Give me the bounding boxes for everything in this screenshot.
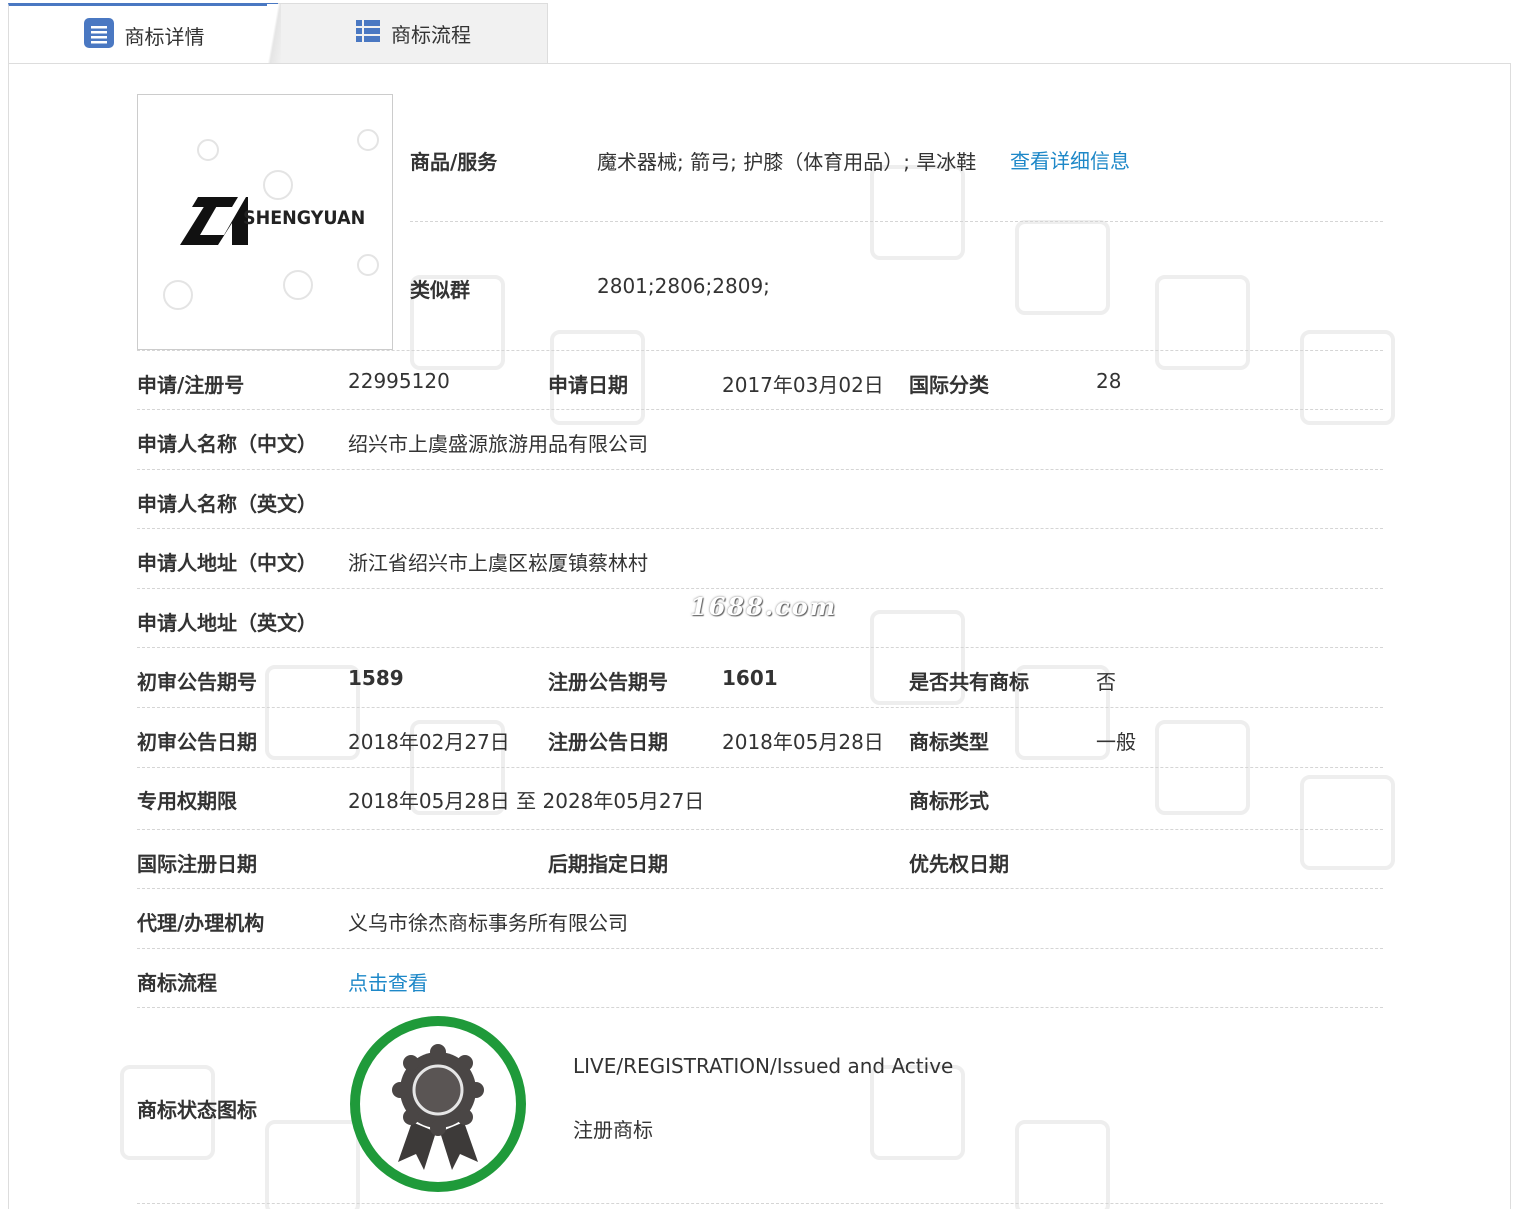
divider bbox=[137, 829, 1383, 830]
divider bbox=[137, 528, 1383, 529]
address-cn-label: 申请人地址（中文） bbox=[137, 551, 317, 575]
tab-trademark-flow[interactable]: 商标流程 bbox=[267, 3, 548, 64]
term-value: 2018年05月28日 至 2028年05月27日 bbox=[348, 789, 705, 813]
view-details-link[interactable]: 查看详细信息 bbox=[1010, 145, 1130, 174]
divider bbox=[137, 409, 1383, 410]
shared-mark-label: 是否共有商标 bbox=[909, 670, 1029, 694]
intl-class-value: 28 bbox=[1096, 369, 1122, 393]
divider bbox=[137, 350, 1383, 351]
mark-form-label: 商标形式 bbox=[909, 789, 989, 813]
tab-bar: 商标详情 商标流程 bbox=[8, 3, 548, 64]
status-cn: 注册商标 bbox=[573, 1118, 653, 1142]
divider bbox=[137, 1007, 1383, 1008]
reg-pub-date-label: 注册公告日期 bbox=[548, 730, 668, 754]
later-date-label: 后期指定日期 bbox=[548, 852, 668, 876]
divider bbox=[137, 948, 1383, 949]
prelim-no-value: 1589 bbox=[348, 666, 404, 690]
divider bbox=[137, 767, 1383, 768]
reg-pub-no-label: 注册公告期号 bbox=[548, 670, 668, 694]
list-doc-icon bbox=[83, 17, 115, 54]
divider bbox=[137, 647, 1383, 648]
status-icon-label: 商标状态图标 bbox=[137, 1098, 257, 1122]
reg-no-value: 22995120 bbox=[348, 369, 450, 393]
address-cn-value: 浙江省绍兴市上虞区崧厦镇蔡林村 bbox=[348, 551, 648, 575]
registered-badge-icon bbox=[348, 1014, 528, 1194]
similar-group-value: 2801;2806;2809; bbox=[597, 274, 770, 298]
goods-services-value: 魔术器械; 箭弓; 护膝（体育用品）; 旱冰鞋 bbox=[597, 150, 977, 174]
trademark-image: SHENGYUAN bbox=[137, 94, 393, 350]
trademark-logo-text: SHENGYUAN bbox=[243, 207, 366, 229]
apply-date-value: 2017年03月02日 bbox=[722, 373, 884, 397]
term-label: 专用权期限 bbox=[137, 789, 237, 813]
divider bbox=[410, 221, 1383, 222]
apply-date-label: 申请日期 bbox=[548, 373, 628, 397]
site-watermark: 1688.com bbox=[690, 592, 838, 621]
agent-label: 代理/办理机构 bbox=[137, 911, 265, 935]
priority-date-label: 优先权日期 bbox=[909, 852, 1009, 876]
prelim-date-label: 初审公告日期 bbox=[137, 730, 257, 754]
reg-no-label: 申请/注册号 bbox=[137, 373, 245, 397]
intl-reg-date-label: 国际注册日期 bbox=[137, 852, 257, 876]
divider bbox=[137, 707, 1383, 708]
mark-type-value: 一般 bbox=[1096, 730, 1136, 754]
prelim-no-label: 初审公告期号 bbox=[137, 670, 257, 694]
address-en-label: 申请人地址（英文） bbox=[137, 611, 317, 635]
divider bbox=[137, 888, 1383, 889]
flow-view-link[interactable]: 点击查看 bbox=[348, 967, 428, 996]
tab-trademark-detail-label: 商标详情 bbox=[124, 24, 205, 49]
tab-trademark-flow-label: 商标流程 bbox=[391, 23, 471, 47]
flow-label: 商标流程 bbox=[137, 971, 217, 995]
table-list-icon bbox=[355, 18, 381, 49]
tab-trademark-detail[interactable]: 商标详情 bbox=[8, 3, 278, 64]
divider bbox=[137, 1203, 1383, 1204]
status-en: LIVE/REGISTRATION/Issued and Active bbox=[573, 1054, 954, 1078]
applicant-cn-value: 绍兴市上虞盛源旅游用品有限公司 bbox=[348, 432, 648, 456]
divider bbox=[137, 588, 1383, 589]
prelim-date-value: 2018年02月27日 bbox=[348, 730, 510, 754]
mark-type-label: 商标类型 bbox=[909, 730, 989, 754]
applicant-en-label: 申请人名称（英文） bbox=[137, 492, 317, 516]
reg-pub-no-value: 1601 bbox=[722, 666, 778, 690]
applicant-cn-label: 申请人名称（中文） bbox=[137, 432, 317, 456]
shared-mark-value: 否 bbox=[1096, 670, 1116, 694]
intl-class-label: 国际分类 bbox=[909, 373, 989, 397]
divider bbox=[137, 469, 1383, 470]
agent-value: 义乌市徐杰商标事务所有限公司 bbox=[348, 911, 628, 935]
similar-group-label: 类似群 bbox=[410, 278, 470, 302]
goods-services-label: 商品/服务 bbox=[410, 150, 498, 174]
reg-pub-date-value: 2018年05月28日 bbox=[722, 730, 884, 754]
